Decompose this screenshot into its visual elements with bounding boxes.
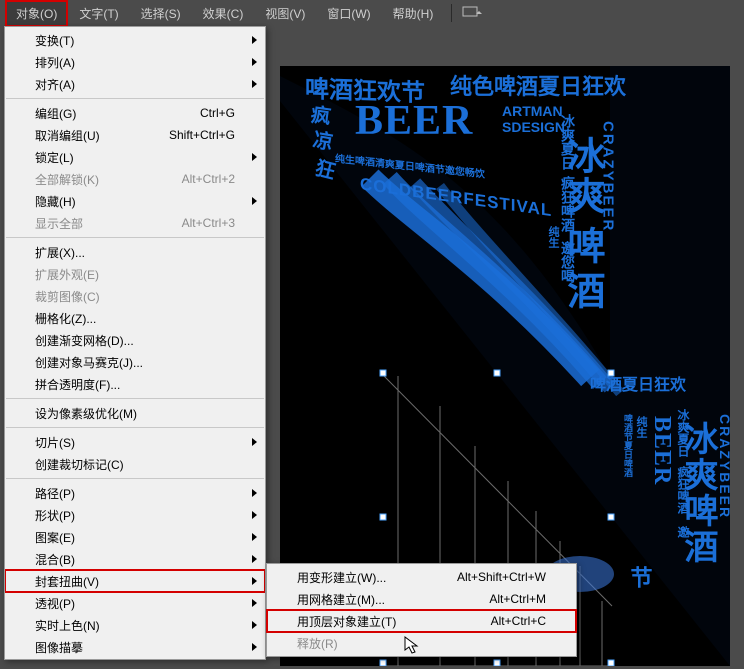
svg-text:ARTMAN: ARTMAN bbox=[502, 103, 563, 119]
menu-pattern[interactable]: 图案(E) bbox=[5, 526, 265, 548]
menu-separator bbox=[6, 427, 264, 428]
menu-arrange[interactable]: 排列(A) bbox=[5, 51, 265, 73]
svg-text:BEER: BEER bbox=[649, 416, 675, 485]
chevron-right-icon bbox=[252, 58, 257, 66]
menu-slice[interactable]: 切片(S) bbox=[5, 431, 265, 453]
menubar-item-window[interactable]: 窗口(W) bbox=[317, 1, 380, 26]
menubar-item-object[interactable]: 对象(O) bbox=[6, 1, 67, 26]
svg-text:BEER: BEER bbox=[355, 98, 473, 144]
menu-gradient-mesh[interactable]: 创建渐变网格(D)... bbox=[5, 329, 265, 351]
menu-hide[interactable]: 隐藏(H) bbox=[5, 190, 265, 212]
svg-text:狂: 狂 bbox=[313, 157, 338, 184]
menu-blend[interactable]: 混合(B) bbox=[5, 548, 265, 570]
menu-unlock-all: 全部解锁(K)Alt+Ctrl+2 bbox=[5, 168, 265, 190]
menu-separator bbox=[6, 98, 264, 99]
svg-text:纯色啤酒夏日狂欢: 纯色啤酒夏日狂欢 bbox=[450, 74, 627, 99]
divider bbox=[451, 4, 452, 22]
svg-text:CRAZYBEER: CRAZYBEER bbox=[600, 121, 617, 232]
menu-separator bbox=[6, 478, 264, 479]
svg-text:啤酒夏日狂欢: 啤酒夏日狂欢 bbox=[590, 375, 687, 394]
chevron-right-icon bbox=[252, 599, 257, 607]
chevron-right-icon bbox=[252, 197, 257, 205]
svg-text:SDESIGN: SDESIGN bbox=[502, 119, 565, 135]
chevron-right-icon bbox=[252, 489, 257, 497]
menu-flatten-transparency[interactable]: 拼合透明度(F)... bbox=[5, 373, 265, 395]
menu-live-paint[interactable]: 实时上色(N) bbox=[5, 614, 265, 636]
submenu-make-with-warp[interactable]: 用变形建立(W)...Alt+Shift+Ctrl+W bbox=[267, 566, 576, 588]
svg-text:节: 节 bbox=[628, 566, 653, 589]
menubar-item-effect[interactable]: 效果(C) bbox=[193, 1, 254, 26]
menubar: 对象(O) 文字(T) 选择(S) 效果(C) 视图(V) 窗口(W) 帮助(H… bbox=[0, 0, 744, 26]
chevron-right-icon bbox=[252, 533, 257, 541]
menu-rasterize[interactable]: 栅格化(Z)... bbox=[5, 307, 265, 329]
chevron-right-icon bbox=[252, 36, 257, 44]
menu-image-trace[interactable]: 图像描摹 bbox=[5, 636, 265, 658]
chevron-right-icon bbox=[252, 153, 257, 161]
chevron-right-icon bbox=[252, 438, 257, 446]
chevron-right-icon bbox=[252, 643, 257, 651]
svg-text:纯生: 纯生 bbox=[547, 225, 560, 249]
menubar-item-view[interactable]: 视图(V) bbox=[255, 1, 315, 26]
cursor-pointer-icon bbox=[404, 636, 422, 656]
menu-path[interactable]: 路径(P) bbox=[5, 482, 265, 504]
menu-crop-image: 裁剪图像(C) bbox=[5, 285, 265, 307]
svg-text:疯狂啤酒: 疯狂啤酒 bbox=[560, 175, 576, 233]
svg-text:疯: 疯 bbox=[309, 102, 332, 129]
svg-text:冰爽夏日: 冰爽夏日 bbox=[560, 113, 576, 171]
chevron-right-icon bbox=[252, 511, 257, 519]
svg-text:冰爽夏日: 冰爽夏日 bbox=[676, 408, 690, 458]
menubar-item-help[interactable]: 帮助(H) bbox=[383, 1, 444, 26]
menu-expand[interactable]: 扩展(X)... bbox=[5, 241, 265, 263]
menu-lock[interactable]: 锁定(L) bbox=[5, 146, 265, 168]
chevron-right-icon bbox=[252, 577, 257, 585]
menu-group[interactable]: 编组(G)Ctrl+G bbox=[5, 102, 265, 124]
menu-envelope-distort[interactable]: 封套扭曲(V) bbox=[5, 570, 265, 592]
menu-crop-marks[interactable]: 创建裁切标记(C) bbox=[5, 453, 265, 475]
svg-text:凉: 凉 bbox=[311, 127, 335, 154]
menu-perspective[interactable]: 透视(P) bbox=[5, 592, 265, 614]
menubar-item-select[interactable]: 选择(S) bbox=[131, 1, 191, 26]
chevron-right-icon bbox=[252, 621, 257, 629]
menu-pixel-perfect[interactable]: 设为像素级优化(M) bbox=[5, 402, 265, 424]
object-menu: 变换(T) 排列(A) 对齐(A) 编组(G)Ctrl+G 取消编组(U)Shi… bbox=[4, 26, 266, 660]
menu-ungroup[interactable]: 取消编组(U)Shift+Ctrl+G bbox=[5, 124, 265, 146]
chevron-right-icon bbox=[252, 555, 257, 563]
submenu-make-with-mesh[interactable]: 用网格建立(M)...Alt+Ctrl+M bbox=[267, 588, 576, 610]
menu-separator bbox=[6, 398, 264, 399]
svg-text:疯狂啤酒: 疯狂啤酒 bbox=[676, 465, 690, 515]
menu-expand-appearance: 扩展外观(E) bbox=[5, 263, 265, 285]
svg-text:邀: 邀 bbox=[676, 525, 690, 539]
menu-object-mosaic[interactable]: 创建对象马赛克(J)... bbox=[5, 351, 265, 373]
menu-transform[interactable]: 变换(T) bbox=[5, 29, 265, 51]
svg-text:啤酒节夏日啤酒: 啤酒节夏日啤酒 bbox=[623, 413, 634, 478]
svg-text:CRAZYBEER: CRAZYBEER bbox=[717, 414, 730, 519]
menu-align[interactable]: 对齐(A) bbox=[5, 73, 265, 95]
svg-text:邀您喝: 邀您喝 bbox=[560, 240, 576, 284]
menu-shape[interactable]: 形状(P) bbox=[5, 504, 265, 526]
submenu-make-with-top-object[interactable]: 用顶层对象建立(T)Alt+Ctrl+C bbox=[267, 610, 576, 632]
essentials-dropdown-icon[interactable] bbox=[460, 4, 484, 22]
menu-separator bbox=[6, 237, 264, 238]
menubar-item-text[interactable]: 文字(T) bbox=[69, 1, 128, 26]
chevron-right-icon bbox=[252, 80, 257, 88]
svg-text:纯生: 纯生 bbox=[635, 415, 648, 439]
menu-show-all: 显示全部Alt+Ctrl+3 bbox=[5, 212, 265, 234]
